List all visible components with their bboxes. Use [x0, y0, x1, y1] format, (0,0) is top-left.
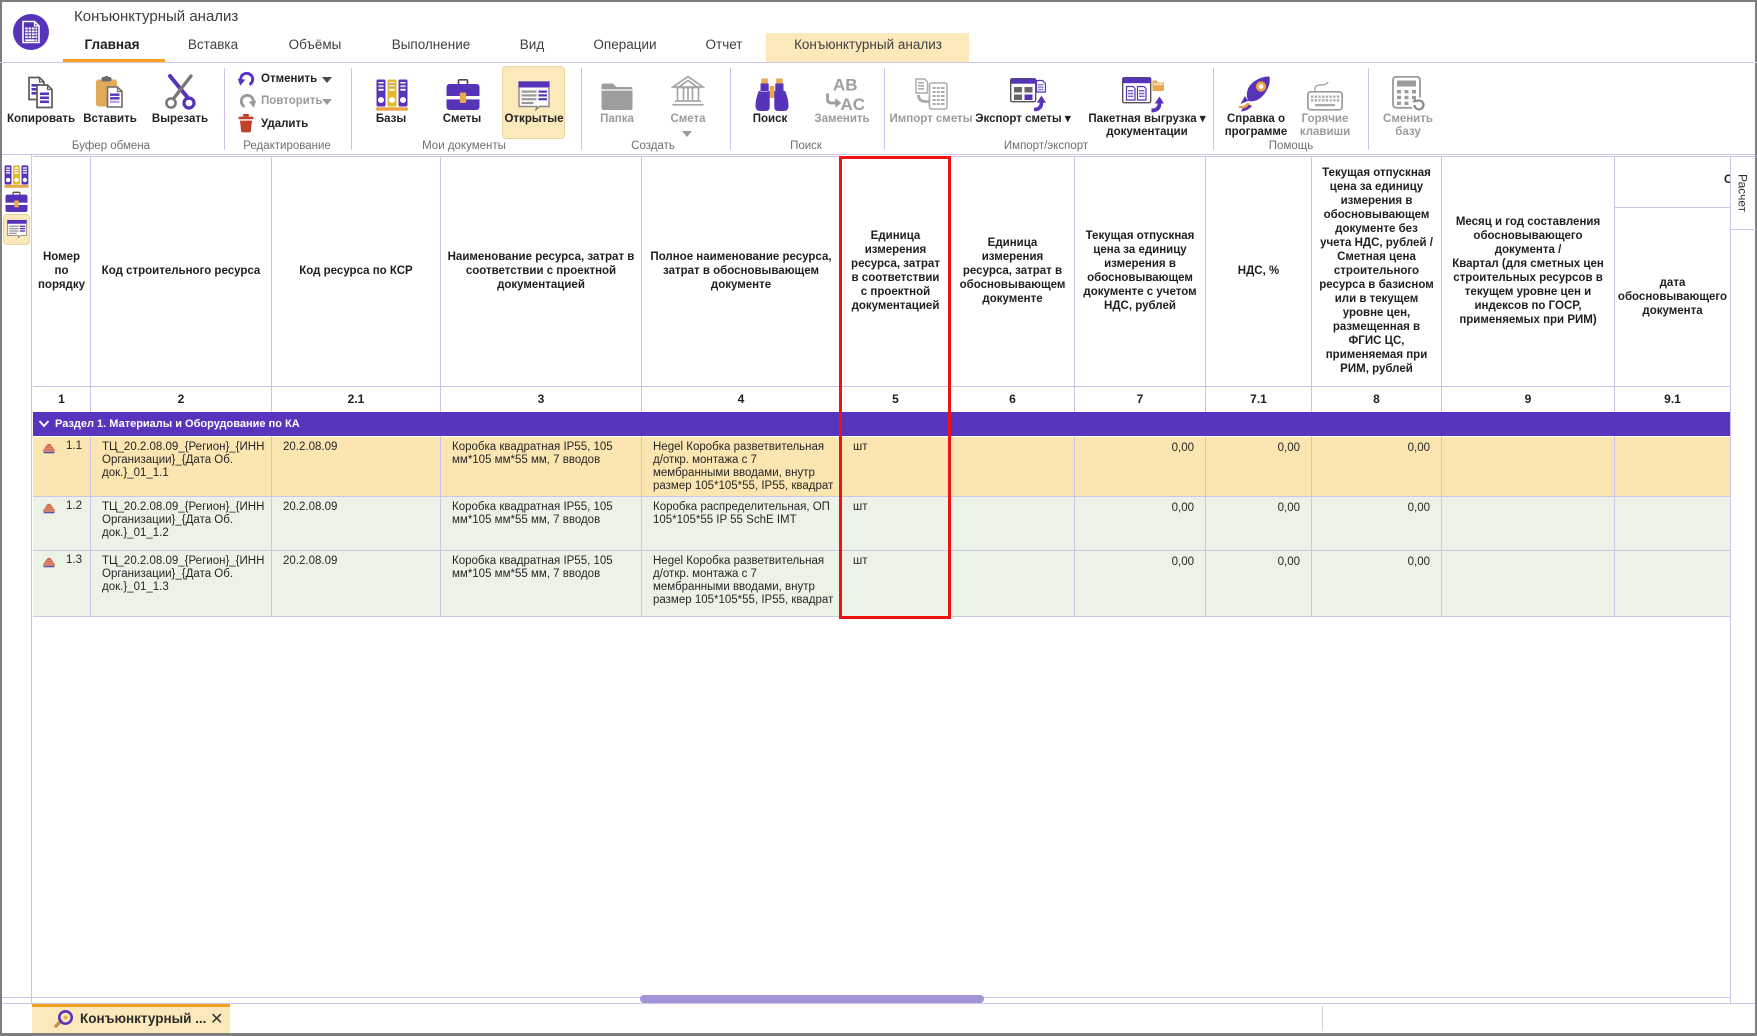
svg-text:AB: AB — [833, 76, 858, 95]
svg-text:AC: AC — [841, 95, 865, 113]
